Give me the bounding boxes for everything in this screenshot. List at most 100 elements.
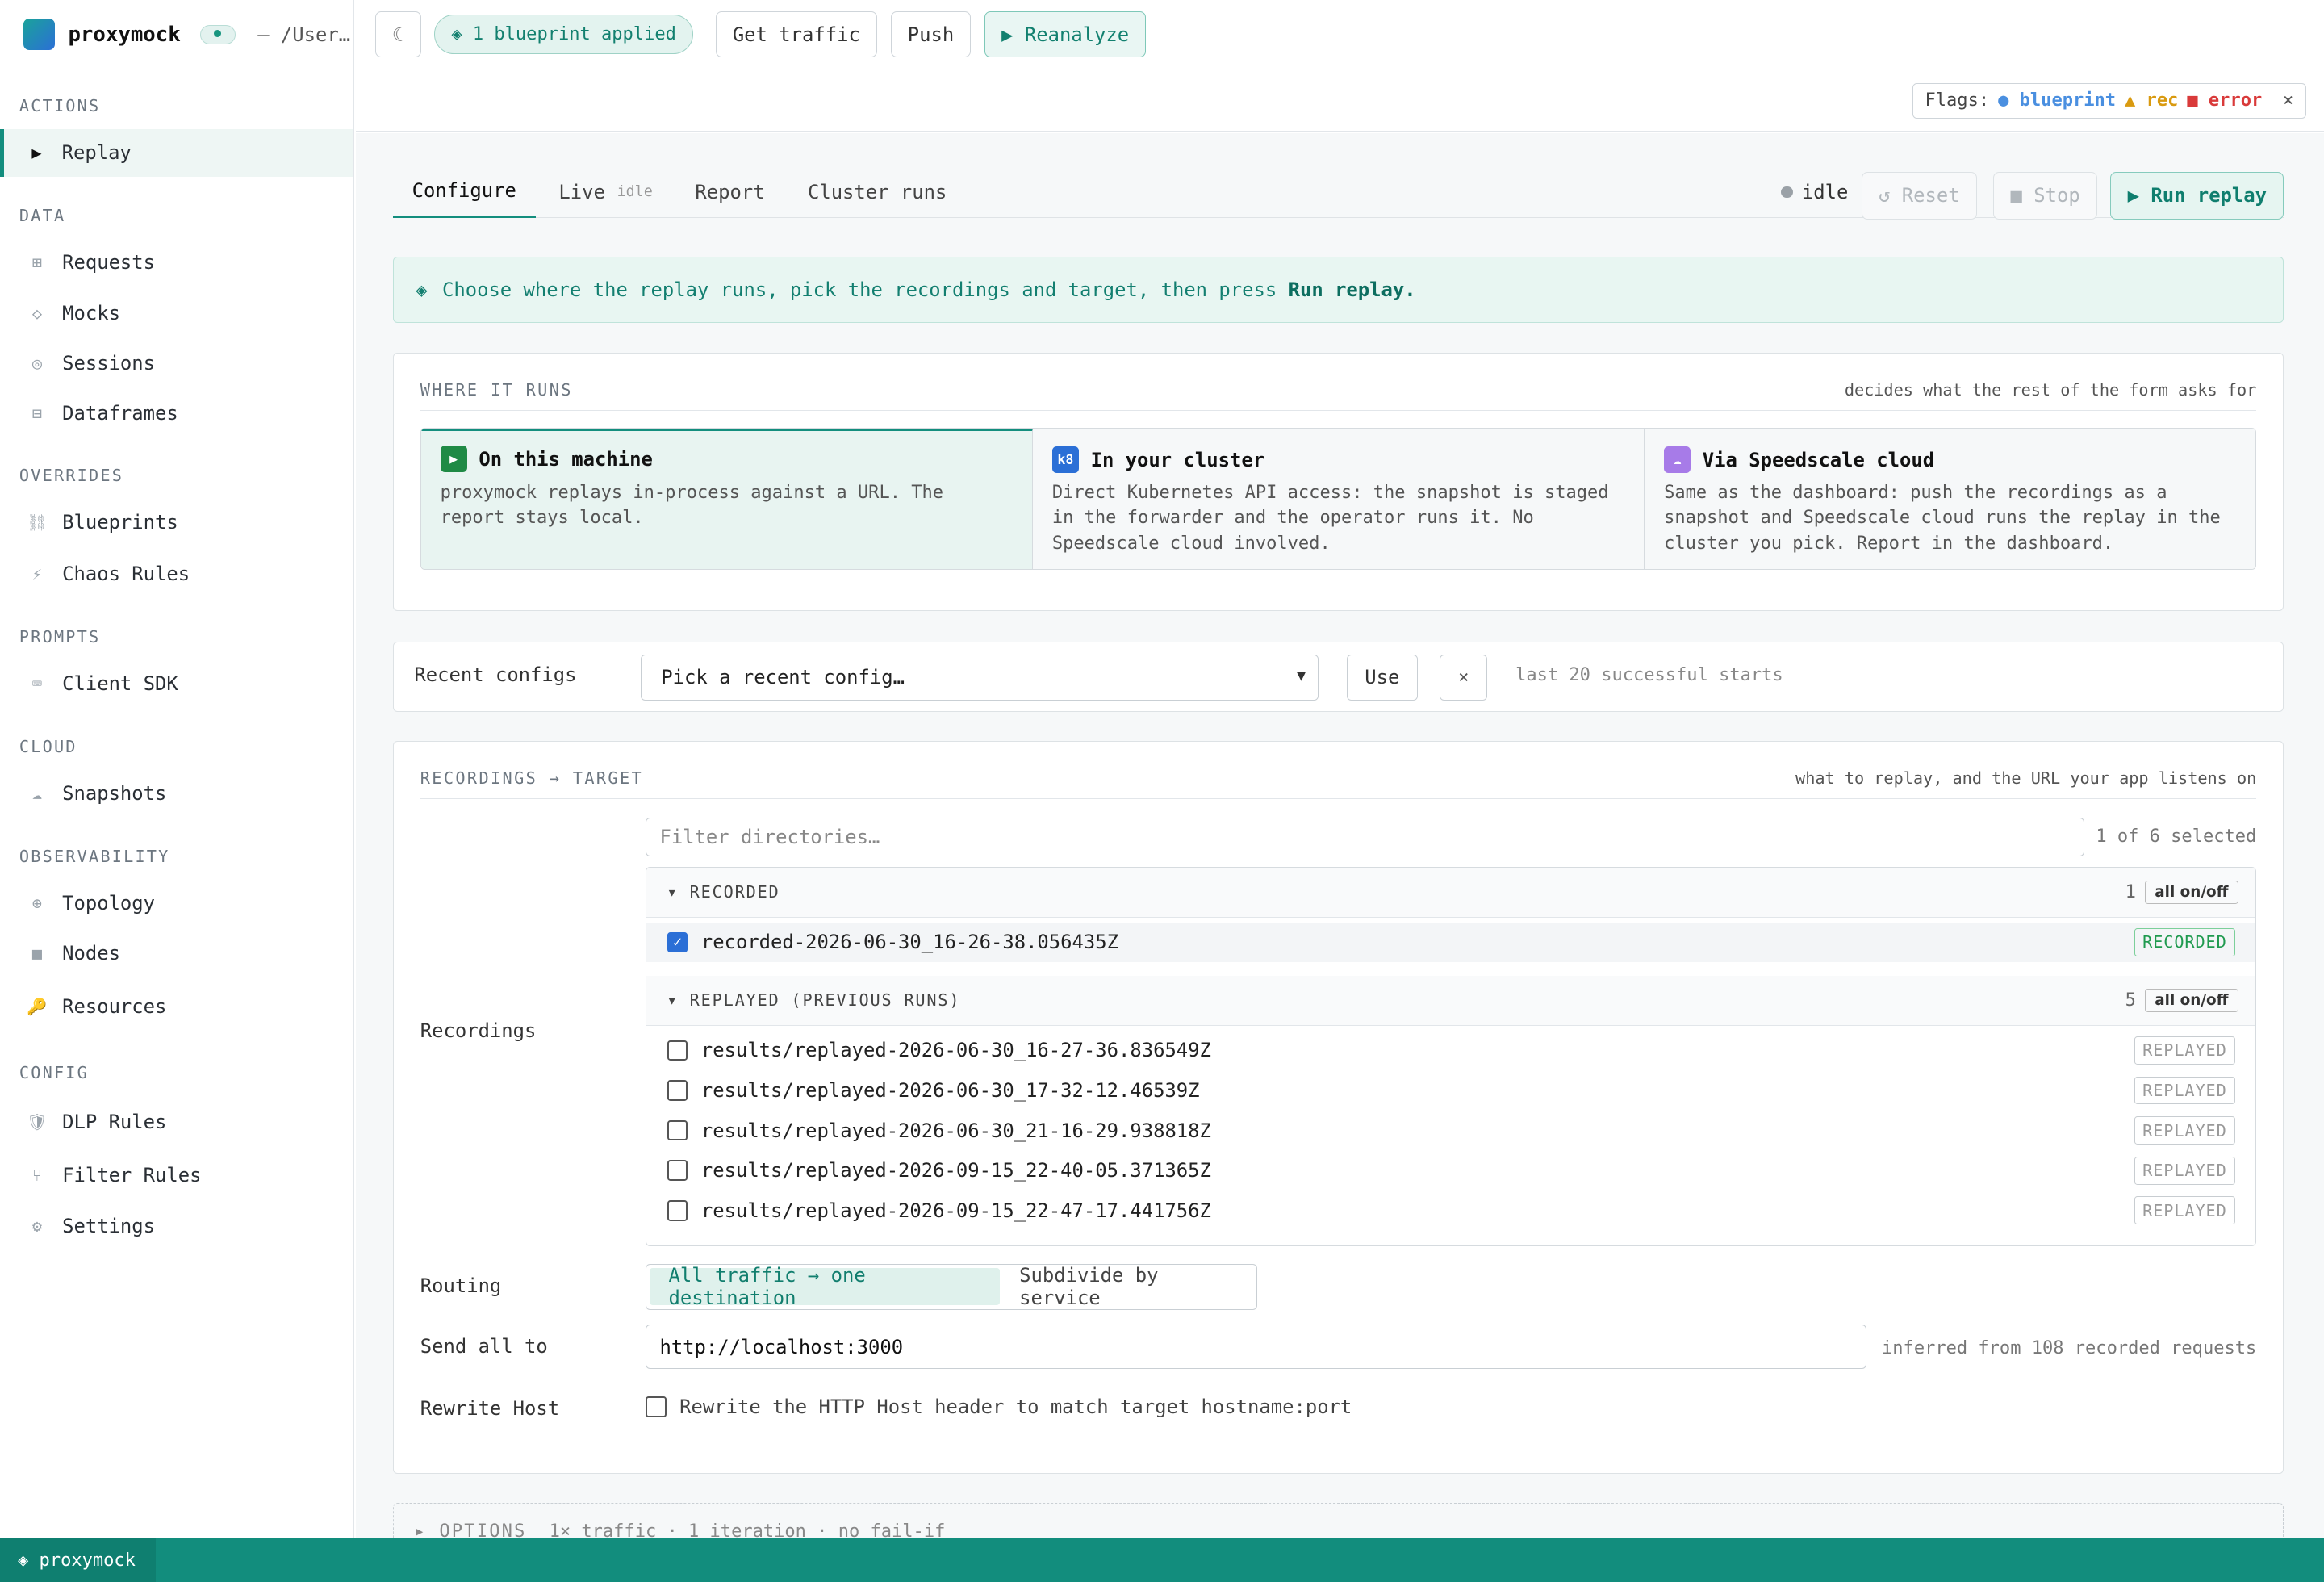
tab-bar: Configure Live idle Report Cluster runs i… <box>392 166 2284 220</box>
sidebar-item-dlp-rules[interactable]: 🛡 DLP Rules <box>0 1099 353 1146</box>
list-item[interactable]: results/replayed-2026-09-15_22-40-05.371… <box>646 1150 2255 1191</box>
replayed-tag: REPLAYED <box>2134 1036 2235 1065</box>
flag-error[interactable]: ■ error <box>2187 90 2262 111</box>
tab-live[interactable]: Live idle <box>540 166 672 218</box>
replayed-tag: REPLAYED <box>2134 1116 2235 1145</box>
checkbox[interactable] <box>667 1199 688 1221</box>
sidebar-item-requests[interactable]: ⊞ Requests <box>0 239 353 287</box>
get-traffic-button[interactable]: Get traffic <box>715 11 878 58</box>
tab-report[interactable]: Report <box>676 166 784 218</box>
brand: proxymock — /User… <box>0 0 353 70</box>
routing-label: Routing <box>420 1274 502 1297</box>
sidebar-item-sessions[interactable]: ◎ Sessions <box>0 340 353 387</box>
push-button[interactable]: Push <box>890 11 972 58</box>
recorded-group-header[interactable]: ▾ RECORDED 1 all on/off <box>646 867 2255 919</box>
sidebar-item-nodes[interactable]: ■ Nodes <box>0 930 353 977</box>
toggle-all-replayed-button[interactable]: all on/off <box>2145 988 2238 1013</box>
status-app-label[interactable]: ◈ proxymock <box>0 1538 156 1582</box>
recordings-label: Recordings <box>420 1019 537 1042</box>
mode-cloud[interactable]: ☁ Via Speedscale cloud Same as the dashbo… <box>1645 428 2256 570</box>
options-section[interactable]: ▸ OPTIONS 1× traffic · 1 iteration · no … <box>392 1503 2284 1539</box>
flags-legend: Flags: ● blueprint ▲ rec ■ error × <box>1912 82 2306 119</box>
workspace-path[interactable]: — /User… <box>257 23 350 46</box>
sidebar-item-mocks[interactable]: ◇ Mocks <box>0 289 353 337</box>
sidebar-item-filter-rules[interactable]: ⑂ Filter Rules <box>0 1152 353 1199</box>
checkbox[interactable] <box>667 1120 688 1141</box>
routing-segmented-control: All traffic → one destination Subdivide … <box>645 1263 1258 1310</box>
mode-cluster[interactable]: k8 In your cluster Direct Kubernetes API … <box>1032 428 1645 570</box>
recordings-target-card: RECORDINGS → TARGET what to replay, and … <box>392 741 2284 1474</box>
recorded-tag: RECORDED <box>2134 927 2235 956</box>
use-config-button[interactable]: Use <box>1346 654 1418 701</box>
key-icon: 🔑 <box>27 997 48 1017</box>
checkbox-checked[interactable]: ✓ <box>667 931 688 953</box>
status-bar: ◈ proxymock <box>0 1538 2324 1582</box>
sidebar: proxymock — /User… ACTIONS ▶ Replay DATA … <box>0 0 354 1539</box>
keyboard-icon: ⌨ <box>31 673 42 693</box>
list-item[interactable]: results/replayed-2026-06-30_21-16-29.938… <box>646 1111 2255 1151</box>
send-all-label: Send all to <box>420 1335 548 1358</box>
run-replay-button[interactable]: ▶ Run replay <box>2110 172 2284 220</box>
sidebar-item-blueprints[interactable]: ⛓ Blueprints <box>0 498 353 546</box>
options-title: ▸ OPTIONS <box>414 1521 527 1539</box>
selection-count: 1 of 6 selected <box>2096 827 2257 848</box>
recent-configs-note: last 20 successful starts <box>1515 664 1783 685</box>
diamond-icon: ◇ <box>31 303 42 323</box>
toggle-all-recorded-button[interactable]: all on/off <box>2145 880 2238 905</box>
filter-directories-input[interactable]: Filter directories… <box>645 818 2085 856</box>
routing-all-option[interactable]: All traffic → one destination <box>649 1264 1001 1309</box>
checkbox[interactable] <box>667 1080 688 1101</box>
checkbox[interactable] <box>667 1160 688 1182</box>
section-observability: OBSERVABILITY <box>19 846 170 866</box>
sidebar-item-dataframes[interactable]: ⊟ Dataframes <box>0 390 353 437</box>
list-item[interactable]: results/replayed-2026-06-30_16-27-36.836… <box>646 1031 2255 1071</box>
section-data: DATA <box>19 206 66 226</box>
clear-config-button[interactable]: × <box>1440 654 1488 701</box>
blueprint-applied-badge[interactable]: ◈ 1 blueprint applied <box>434 14 694 55</box>
target-url-input[interactable]: http://localhost:3000 <box>645 1325 1867 1370</box>
flags-bar: Flags: ● blueprint ▲ rec ■ error × <box>355 71 2324 132</box>
checkbox[interactable] <box>645 1396 667 1418</box>
flag-rec[interactable]: ▲ rec <box>2125 90 2178 111</box>
node-icon: ■ <box>31 943 42 963</box>
card-note: decides what the rest of the form asks f… <box>1844 380 2257 400</box>
lightning-icon: ⚡ <box>31 563 42 584</box>
section-overrides: OVERRIDES <box>19 465 124 485</box>
stop-button[interactable]: ■ Stop <box>1993 172 2097 220</box>
card-title: WHERE IT RUNS <box>420 380 573 400</box>
where-it-runs-card: WHERE IT RUNS decides what the rest of t… <box>392 353 2284 611</box>
card-title: RECORDINGS → TARGET <box>420 768 644 789</box>
hint-text: Choose where the replay runs, pick the r… <box>441 278 1277 302</box>
app-name: proxymock <box>68 22 181 47</box>
mode-local[interactable]: ▶ On this machine proxymock replays in-pr… <box>420 428 1033 570</box>
list-item[interactable]: results/replayed-2026-09-15_22-47-17.441… <box>646 1191 2255 1231</box>
replayed-tag: REPLAYED <box>2134 1156 2235 1185</box>
reanalyze-button[interactable]: ▶ Reanalyze <box>984 11 1147 58</box>
sidebar-item-client-sdk[interactable]: ⌨ Client SDK <box>0 659 353 707</box>
sidebar-item-resources[interactable]: 🔑 Resources <box>0 983 353 1031</box>
sidebar-item-settings[interactable]: ⚙ Settings <box>0 1203 353 1250</box>
theme-toggle-button[interactable]: ☾ <box>374 11 421 58</box>
sidebar-item-snapshots[interactable]: ☁ Snapshots <box>0 769 353 817</box>
close-icon[interactable]: × <box>2283 90 2293 111</box>
kubernetes-icon: k8 <box>1051 446 1079 474</box>
tab-configure[interactable]: Configure <box>392 166 536 218</box>
sidebar-item-chaos-rules[interactable]: ⚡ Chaos Rules <box>0 550 353 597</box>
reset-button[interactable]: ↺ Reset <box>1861 172 1977 220</box>
options-summary: 1× traffic · 1 iteration · no fail-if <box>549 1521 946 1539</box>
flag-blueprint[interactable]: ● blueprint <box>1998 90 2116 111</box>
chain-icon: ⛓ <box>27 512 48 532</box>
rewrite-host-option[interactable]: Rewrite the HTTP Host header to match ta… <box>645 1396 1352 1418</box>
filter-icon: ⑂ <box>31 1166 42 1186</box>
recent-config-select[interactable]: Pick a recent config… ▼ <box>641 654 1319 701</box>
checkbox[interactable] <box>667 1040 688 1061</box>
tab-cluster-runs[interactable]: Cluster runs <box>788 166 966 218</box>
sidebar-item-topology[interactable]: ⊕ Topology <box>0 879 353 927</box>
list-item[interactable]: results/replayed-2026-06-30_17-32-12.465… <box>646 1070 2255 1111</box>
gear-icon: ⚙ <box>31 1216 42 1236</box>
list-item[interactable]: ✓ recorded-2026-06-30_16-26-38.056435Z R… <box>646 922 2255 963</box>
replayed-group-header[interactable]: ▾ REPLAYED (PREVIOUS RUNS) 5 all on/off <box>646 975 2255 1027</box>
section-prompts: PROMPTS <box>19 626 101 647</box>
routing-subdivide-option[interactable]: Subdivide by service <box>1000 1264 1254 1309</box>
sidebar-item-replay[interactable]: ▶ Replay <box>0 128 353 177</box>
